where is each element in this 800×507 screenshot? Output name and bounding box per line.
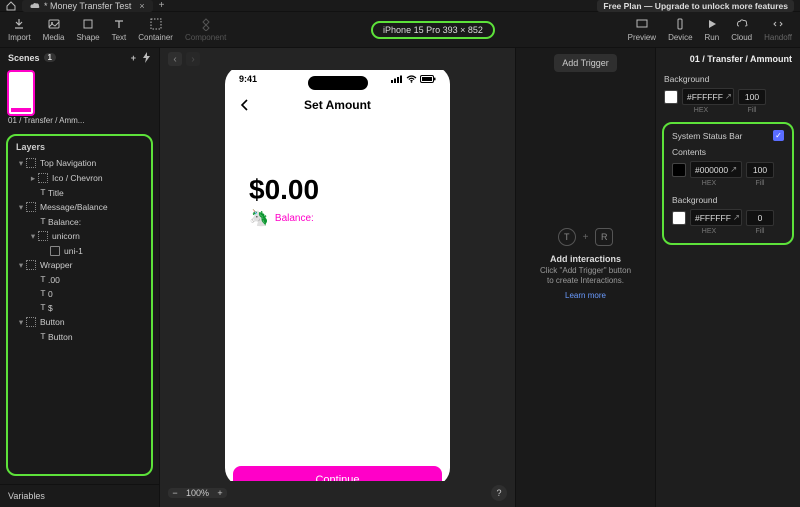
zoom-in-button[interactable]: + — [213, 488, 227, 498]
balance-label: Balance: — [275, 213, 314, 224]
toolbar-cloud[interactable]: Cloud — [731, 17, 752, 42]
layer-row-top-navigation[interactable]: ▾Top Navigation — [10, 156, 149, 171]
continue-button[interactable]: Continue — [233, 466, 442, 481]
interactions-heading: Add interactions — [540, 254, 631, 264]
layer-row-00[interactable]: T.00 — [10, 273, 149, 287]
scenes-title: Scenes — [8, 53, 40, 63]
battery-icon — [420, 75, 436, 83]
import-icon — [12, 17, 26, 31]
media-icon — [47, 17, 61, 31]
toolbar-preview[interactable]: Preview — [628, 17, 656, 42]
interactions-placeholder: T + R Add interactions Click "Add Trigge… — [540, 228, 631, 300]
variables-panel-toggle[interactable]: Variables — [0, 484, 159, 507]
toolbar-container[interactable]: Container — [138, 17, 173, 42]
status-background-label: Background — [666, 191, 790, 207]
contents-hex-input[interactable]: #000000↗ — [690, 161, 742, 178]
layer-row-ico-chevron[interactable]: ▸Ico / Chevron — [10, 171, 149, 186]
canvas-forward-button[interactable]: › — [186, 52, 200, 66]
learn-more-link[interactable]: Learn more — [540, 291, 631, 300]
layer-row-uni-1[interactable]: uni-1 — [10, 244, 149, 258]
run-icon — [705, 17, 719, 31]
zoom-out-button[interactable]: − — [168, 488, 182, 498]
trigger-chip-r: R — [595, 228, 613, 246]
background-hex-input[interactable]: #FFFFFF↗ — [682, 88, 734, 105]
status-time: 9:41 — [239, 74, 257, 84]
toolbar-text[interactable]: Text — [112, 17, 127, 42]
toolbar-import[interactable]: Import — [8, 17, 31, 42]
unicorn-icon: 🦄 — [249, 208, 269, 228]
background-fill-input[interactable]: 100 — [738, 89, 766, 105]
layers-title: Layers — [10, 140, 149, 156]
contents-swatch[interactable] — [672, 163, 686, 177]
background-section-label: Background — [656, 70, 800, 86]
system-status-bar-section: System Status Bar ✓ Contents #000000↗ 10… — [662, 122, 794, 245]
canvas-back-button[interactable]: ‹ — [168, 52, 182, 66]
component-icon — [199, 17, 213, 31]
contents-fill-input[interactable]: 100 — [746, 162, 774, 178]
add-trigger-button[interactable]: Add Trigger — [554, 54, 617, 72]
trigger-chip-t: T — [558, 228, 576, 246]
add-scene-button[interactable]: + — [131, 53, 136, 63]
layer-row-button-group[interactable]: ▾Button — [10, 315, 149, 330]
screen-title: Set Amount — [239, 98, 436, 112]
status-right-icons — [391, 75, 436, 83]
device-size-badge[interactable]: iPhone 15 Pro 393 × 852 — [371, 21, 495, 39]
close-icon[interactable]: × — [139, 1, 144, 11]
contents-label: Contents — [666, 143, 790, 159]
zoom-value: 100% — [182, 488, 213, 498]
toolbar-media[interactable]: Media — [43, 17, 65, 42]
status-bar-title: System Status Bar — [672, 131, 742, 141]
add-tab-button[interactable]: + — [159, 0, 165, 11]
upgrade-banner[interactable]: Free Plan — Upgrade to unlock more featu… — [597, 0, 794, 12]
toolbar-handoff[interactable]: Handoff — [764, 17, 792, 42]
layers-panel: Layers ▾Top Navigation ▸Ico / Chevron TT… — [6, 134, 153, 476]
home-icon[interactable] — [6, 1, 16, 11]
tab-title: * Money Transfer Test — [44, 1, 131, 11]
layer-row-dollar[interactable]: T$ — [10, 301, 149, 315]
shape-icon — [81, 17, 95, 31]
phone-canvas[interactable]: 9:41 Set Amount $0.00 🦄 Balance: — [225, 70, 450, 481]
layer-row-message-balance[interactable]: ▾Message/Balance — [10, 200, 149, 215]
status-bar-checkbox[interactable]: ✓ — [773, 130, 784, 141]
help-button[interactable]: ? — [491, 485, 507, 501]
layer-row-unicorn[interactable]: ▾unicorn — [10, 229, 149, 244]
device-icon — [673, 17, 687, 31]
toolbar-run[interactable]: Run — [705, 17, 720, 42]
toolbar-device[interactable]: Device — [668, 17, 692, 42]
scenes-panel-header: Scenes 1 + — [0, 48, 159, 67]
back-chevron-icon[interactable] — [239, 98, 249, 112]
background-swatch[interactable] — [664, 90, 678, 104]
cloud-icon — [30, 2, 40, 10]
layer-row-0[interactable]: T0 — [10, 287, 149, 301]
document-tab[interactable]: * Money Transfer Test × — [22, 0, 153, 12]
eyedropper-icon[interactable]: ↗ — [733, 212, 740, 223]
status-background-hex-input[interactable]: #FFFFFF↗ — [690, 209, 742, 226]
layer-row-button[interactable]: TButton — [10, 330, 149, 344]
toolbar-component: Component — [185, 17, 226, 42]
zoom-control[interactable]: − 100% + — [168, 488, 227, 498]
interactions-sub1: Click "Add Trigger" button — [540, 266, 631, 276]
status-background-swatch[interactable] — [672, 211, 686, 225]
amount-display: $0.00 — [225, 116, 450, 208]
selection-header: 01 / Transfer / Ammount — [656, 48, 800, 70]
handoff-icon — [771, 17, 785, 31]
interactions-sub2: to create Interactions. — [540, 276, 631, 286]
signal-icon — [391, 75, 403, 83]
cloud-upload-icon — [735, 17, 749, 31]
scene-caption: 01 / Transfer / Amm... — [8, 117, 151, 126]
status-background-fill-input[interactable]: 0 — [746, 210, 774, 226]
scene-flash-icon[interactable] — [142, 52, 151, 63]
container-icon — [149, 17, 163, 31]
eyedropper-icon[interactable]: ↗ — [730, 164, 737, 175]
wifi-icon — [406, 75, 417, 83]
layer-row-title[interactable]: TTitle — [10, 186, 149, 200]
text-icon — [112, 17, 126, 31]
scene-thumbnail[interactable]: 01 / Transfer / Amm... — [8, 71, 151, 126]
preview-icon — [635, 17, 649, 31]
layer-row-balance[interactable]: TBalance: — [10, 215, 149, 229]
layer-row-wrapper[interactable]: ▾Wrapper — [10, 258, 149, 273]
eyedropper-icon[interactable]: ↗ — [725, 91, 732, 102]
toolbar-shape[interactable]: Shape — [76, 17, 99, 42]
scenes-count: 1 — [44, 53, 56, 62]
